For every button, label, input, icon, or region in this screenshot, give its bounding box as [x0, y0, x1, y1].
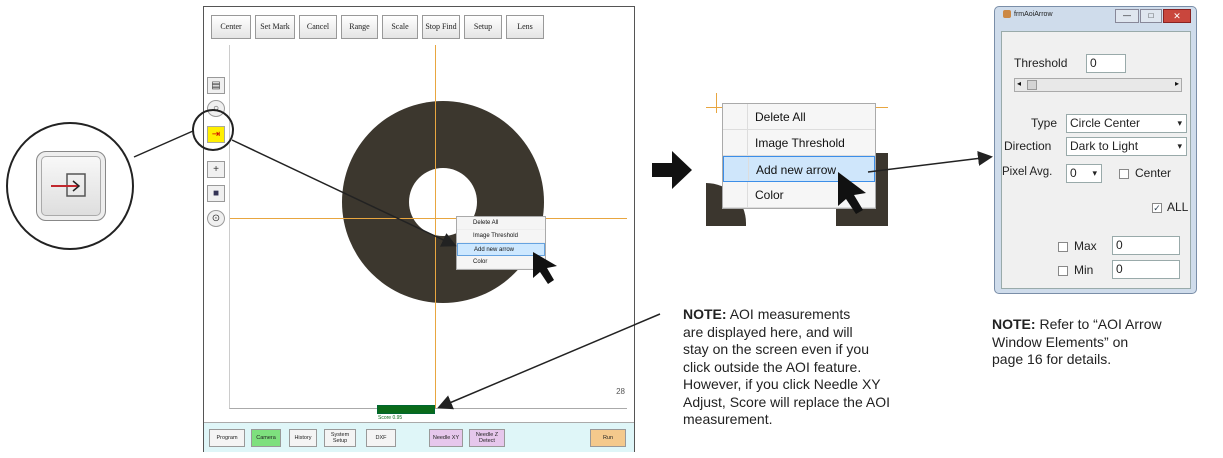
note-aoi-arrow-window: NOTE: Refer to “AOI Arrow Window Element…: [992, 316, 1162, 367]
direction-label: Direction: [1004, 139, 1052, 153]
setup-button[interactable]: Setup: [464, 15, 502, 39]
run-button[interactable]: Run: [590, 429, 626, 447]
max-label: Max: [1074, 239, 1097, 253]
view-corner-label: 28: [616, 387, 625, 396]
window-body: Threshold 0 ◂ ▸ Type Circle Center ▾ Dire…: [1001, 31, 1191, 289]
menu-item-delete-all-zoomed[interactable]: Delete All: [723, 104, 875, 130]
note-aoi-measurements: NOTE: AOI measurements are displayed her…: [683, 306, 890, 427]
context-menu-small: Delete All Image Threshold Add new arrow…: [456, 216, 546, 270]
magnifier-callout-line: [133, 130, 194, 158]
add-arrow-icon: [51, 173, 86, 197]
crosshair-horizontal: [230, 218, 627, 219]
pixel-avg-select[interactable]: 0 ▾: [1066, 164, 1102, 183]
center-label: Center: [1135, 166, 1172, 180]
menu-item-add-new-arrow[interactable]: Add new arrow: [457, 243, 545, 256]
context-menu-zoomed: Delete All Image Threshold Add new arrow…: [722, 103, 876, 209]
menu-item-delete-all[interactable]: Delete All: [457, 217, 545, 230]
scroll-left-icon[interactable]: ◂: [1017, 79, 1021, 88]
needle-xy-button[interactable]: Needle XY: [429, 429, 463, 447]
add-arrow-icon[interactable]: ⇥: [207, 126, 225, 143]
scroll-right-icon[interactable]: ▸: [1175, 79, 1179, 88]
menu-item-image-threshold[interactable]: Image Threshold: [457, 230, 545, 243]
ruler-icon[interactable]: ▤: [207, 77, 225, 94]
max-checkbox[interactable]: [1058, 242, 1068, 252]
direction-select[interactable]: Dark to Light ▾: [1066, 137, 1187, 156]
stop-find-button[interactable]: Stop Find: [422, 15, 460, 39]
target-icon[interactable]: ⊙: [207, 210, 225, 227]
crosshair-vertical: [435, 45, 436, 408]
needle-z-detect-button[interactable]: Needle Z Detect: [469, 429, 505, 447]
min-checkbox[interactable]: [1058, 266, 1068, 276]
cancel-button[interactable]: Cancel: [299, 15, 337, 39]
center-button[interactable]: Center: [211, 15, 251, 39]
threshold-label: Threshold: [1014, 56, 1068, 70]
slider-thumb[interactable]: [1027, 80, 1037, 90]
history-button[interactable]: History: [289, 429, 317, 447]
scale-button[interactable]: Scale: [382, 15, 418, 39]
threshold-input[interactable]: 0: [1086, 54, 1126, 73]
pixel-avg-label: Pixel Avg.: [1002, 166, 1053, 178]
type-select[interactable]: Circle Center ▾: [1066, 114, 1187, 133]
window-title: frmAoiArrow: [1003, 10, 1053, 18]
lens-button[interactable]: Lens: [506, 15, 544, 39]
bottom-bar: Program Camera History System Setup DXF …: [204, 422, 634, 452]
type-label: Type: [1031, 116, 1058, 130]
circle-icon[interactable]: ○: [207, 100, 225, 117]
threshold-slider[interactable]: ◂ ▸: [1014, 78, 1182, 92]
dxf-button[interactable]: DXF: [366, 429, 396, 447]
right-arrow-icon: [652, 151, 692, 189]
camera-view[interactable]: 28: [229, 45, 627, 409]
menu-item-color[interactable]: Color: [457, 256, 545, 269]
menu-item-add-new-arrow-zoomed[interactable]: Add new arrow: [723, 156, 875, 182]
crosshair-vertical-zoom: [716, 93, 717, 113]
minimize-button[interactable]: —: [1115, 9, 1139, 23]
frm-aoi-arrow-window: frmAoiArrow — □ ✕ Threshold 0 ◂ ▸ Type C…: [994, 6, 1197, 294]
score-readout: Score 0.95: [377, 405, 435, 421]
menu-item-image-threshold-zoomed[interactable]: Image Threshold: [723, 130, 875, 156]
maximize-button[interactable]: □: [1140, 9, 1162, 23]
min-input[interactable]: 0: [1112, 260, 1180, 279]
chevron-down-icon: ▾: [1177, 141, 1182, 151]
close-button[interactable]: ✕: [1163, 9, 1191, 23]
set-mark-button[interactable]: Set Mark: [255, 15, 295, 39]
menu-item-color-zoomed[interactable]: Color: [723, 182, 875, 208]
all-label: ALL: [1167, 200, 1189, 214]
chevron-down-icon: ▾: [1092, 168, 1097, 178]
system-setup-button[interactable]: System Setup: [324, 429, 356, 447]
chevron-down-icon: ▾: [1177, 118, 1182, 128]
save-icon[interactable]: ■: [207, 185, 225, 202]
add-arrow-button-zoomed: [36, 151, 106, 221]
max-input[interactable]: 0: [1112, 236, 1180, 255]
program-button[interactable]: Program: [209, 429, 245, 447]
crosshair-plus-icon[interactable]: +: [207, 161, 225, 178]
range-button[interactable]: Range: [341, 15, 378, 39]
all-checkbox[interactable]: ✓: [1152, 203, 1162, 213]
min-label: Min: [1074, 263, 1094, 277]
app-window: Center Set Mark Cancel Range Scale Stop …: [203, 6, 635, 452]
camera-button[interactable]: Camera: [251, 429, 281, 447]
app-icon: [1003, 10, 1011, 18]
center-checkbox[interactable]: [1119, 169, 1129, 179]
